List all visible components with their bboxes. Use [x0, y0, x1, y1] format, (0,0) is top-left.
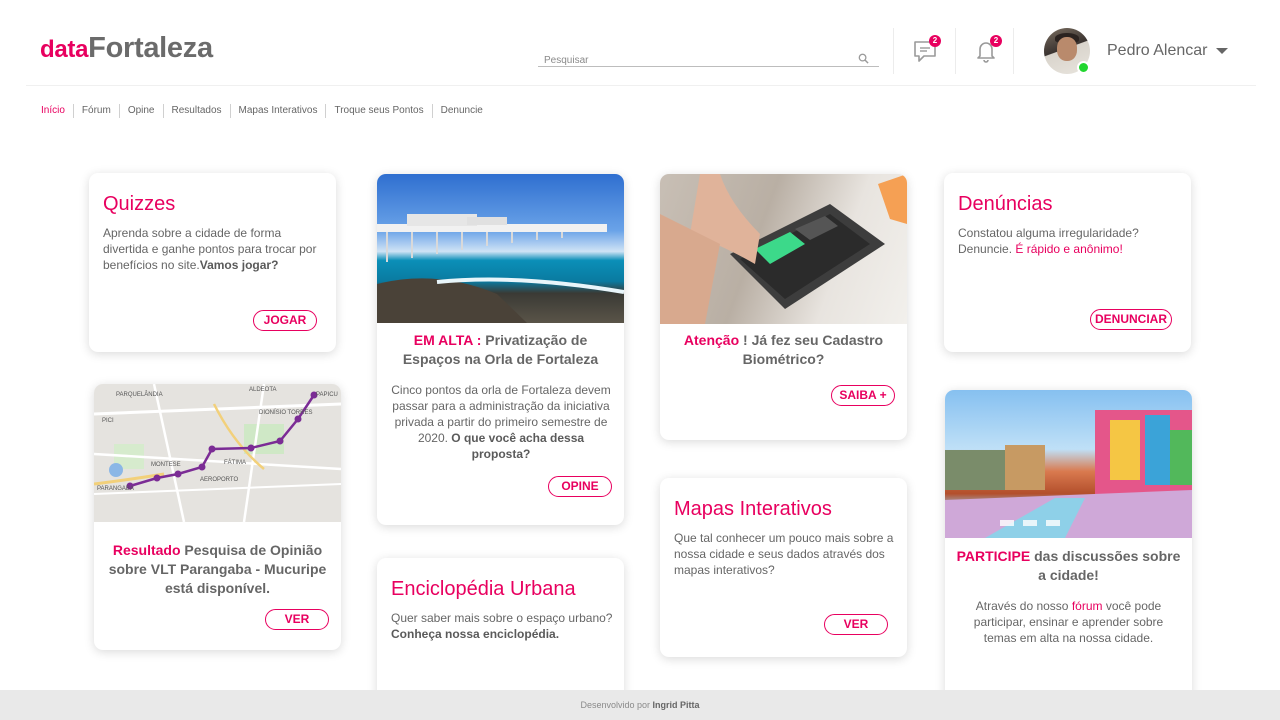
- logo-data: data: [40, 36, 89, 63]
- jogar-button[interactable]: JOGAR: [253, 310, 317, 331]
- map-label: PARANGABA: [97, 486, 134, 492]
- nav-item-resultados[interactable]: Resultados: [162, 104, 230, 118]
- map-label: AEROPORTO: [200, 477, 238, 483]
- ver-mapas-button[interactable]: VER: [824, 614, 888, 635]
- denunciar-button[interactable]: DENUNCIAR: [1090, 309, 1172, 330]
- em-alta-text: Cinco pontos da orla de Fortaleza devem …: [391, 383, 611, 461]
- denuncias-title: Denúncias: [958, 193, 1053, 215]
- search-input[interactable]: [538, 52, 838, 66]
- mapas-text: Que tal conhecer um pouco mais sobre a n…: [674, 531, 894, 577]
- footer: Desenvolvido por Ingrid Pitta: [0, 690, 1280, 720]
- search-icon[interactable]: [858, 51, 869, 69]
- pier-image: [377, 174, 624, 323]
- mapas-title: Mapas Interativos: [674, 498, 832, 520]
- nav-item-forum[interactable]: Fórum: [72, 104, 119, 118]
- quizzes-title: Quizzes: [103, 193, 176, 215]
- participe-text: Através do nosso fórum você pode partici…: [973, 599, 1164, 645]
- nav-item-mapas-interativos[interactable]: Mapas Interativos: [229, 104, 326, 118]
- logo[interactable]: dataFortaleza: [40, 32, 213, 65]
- header-divider: [955, 28, 956, 74]
- biometric-scanner-image: [660, 174, 907, 324]
- enciclopedia-text: Quer saber mais sobre o espaço urbano? C…: [391, 611, 613, 641]
- map-label: DIONÍSIO TORRES: [259, 409, 312, 416]
- search-bar: [538, 50, 879, 67]
- street-mural-image: [945, 390, 1192, 538]
- chat-icon: [912, 41, 938, 68]
- participe-title: PARTICIPE das discussões sobre a cidade!: [956, 548, 1181, 583]
- denuncias-text: Constatou alguma irregularidade? Denunci…: [958, 226, 1139, 256]
- map-label: PAPICU: [316, 392, 338, 398]
- map-label: MONTESE: [151, 462, 181, 468]
- messages-button[interactable]: 2: [912, 35, 941, 64]
- messages-badge: 2: [929, 35, 941, 47]
- notifications-badge: 2: [990, 35, 1002, 47]
- header-divider: [1013, 28, 1014, 74]
- denuncias-card: Denúncias Constatou alguma irregularidad…: [944, 173, 1191, 352]
- footer-text: Desenvolvido por: [580, 700, 653, 710]
- forum-link[interactable]: fórum: [1072, 599, 1103, 613]
- header-divider: [893, 28, 894, 74]
- logo-fortaleza: Fortaleza: [88, 32, 213, 64]
- resultado-card: PARQUELÂNDIA ALDEOTA PICI DIONÍSIO TORRE…: [94, 384, 341, 650]
- em-alta-title: EM ALTA : Privatização de Espaços na Orl…: [402, 332, 599, 367]
- mapas-interativos-card: Mapas Interativos Que tal conhecer um po…: [660, 478, 907, 657]
- atencao-card: Atenção ! Já fez seu Cadastro Biométrico…: [660, 174, 907, 440]
- map-label: PICI: [102, 418, 114, 424]
- breadcrumb-nav: Início Fórum Opine Resultados Mapas Inte…: [41, 104, 491, 118]
- nav-item-troque-seus-pontos[interactable]: Troque seus Pontos: [325, 104, 431, 118]
- nav-item-denuncie[interactable]: Denuncie: [431, 104, 491, 118]
- em-alta-card: EM ALTA : Privatização de Espaços na Orl…: [377, 174, 624, 525]
- footer-author: Ingrid Pitta: [652, 700, 700, 710]
- map-label: PARQUELÂNDIA: [116, 391, 163, 398]
- atencao-title: Atenção ! Já fez seu Cadastro Biométrico…: [683, 332, 884, 367]
- nav-item-opine[interactable]: Opine: [118, 104, 163, 118]
- map-label: FÁTIMA: [224, 459, 246, 466]
- participe-card: PARTICIPE das discussões sobre a cidade!…: [945, 390, 1192, 720]
- quizzes-card: Quizzes Aprenda sobre a cidade de forma …: [89, 173, 336, 352]
- resultado-title: Resultado Pesquisa de Opinião sobre VLT …: [108, 542, 327, 596]
- user-name[interactable]: Pedro Alencar: [1107, 42, 1208, 60]
- enciclopedia-title: Enciclopédia Urbana: [391, 578, 576, 600]
- saiba-mais-button[interactable]: SAIBA +: [831, 385, 895, 406]
- ver-resultado-button[interactable]: VER: [265, 609, 329, 630]
- vlt-route-map-image: PARQUELÂNDIA ALDEOTA PICI DIONÍSIO TORRE…: [94, 384, 341, 523]
- map-label: ALDEOTA: [249, 387, 277, 393]
- online-status-dot: [1077, 61, 1090, 74]
- nav-item-inicio[interactable]: Início: [41, 104, 73, 118]
- notifications-button[interactable]: 2: [973, 35, 1002, 64]
- caret-down-icon[interactable]: [1216, 48, 1228, 54]
- opine-button[interactable]: OPINE: [548, 476, 612, 497]
- quizzes-text: Aprenda sobre a cidade de forma divertid…: [103, 226, 317, 272]
- header-divider-line: [26, 85, 1256, 86]
- bell-icon: [973, 42, 999, 68]
